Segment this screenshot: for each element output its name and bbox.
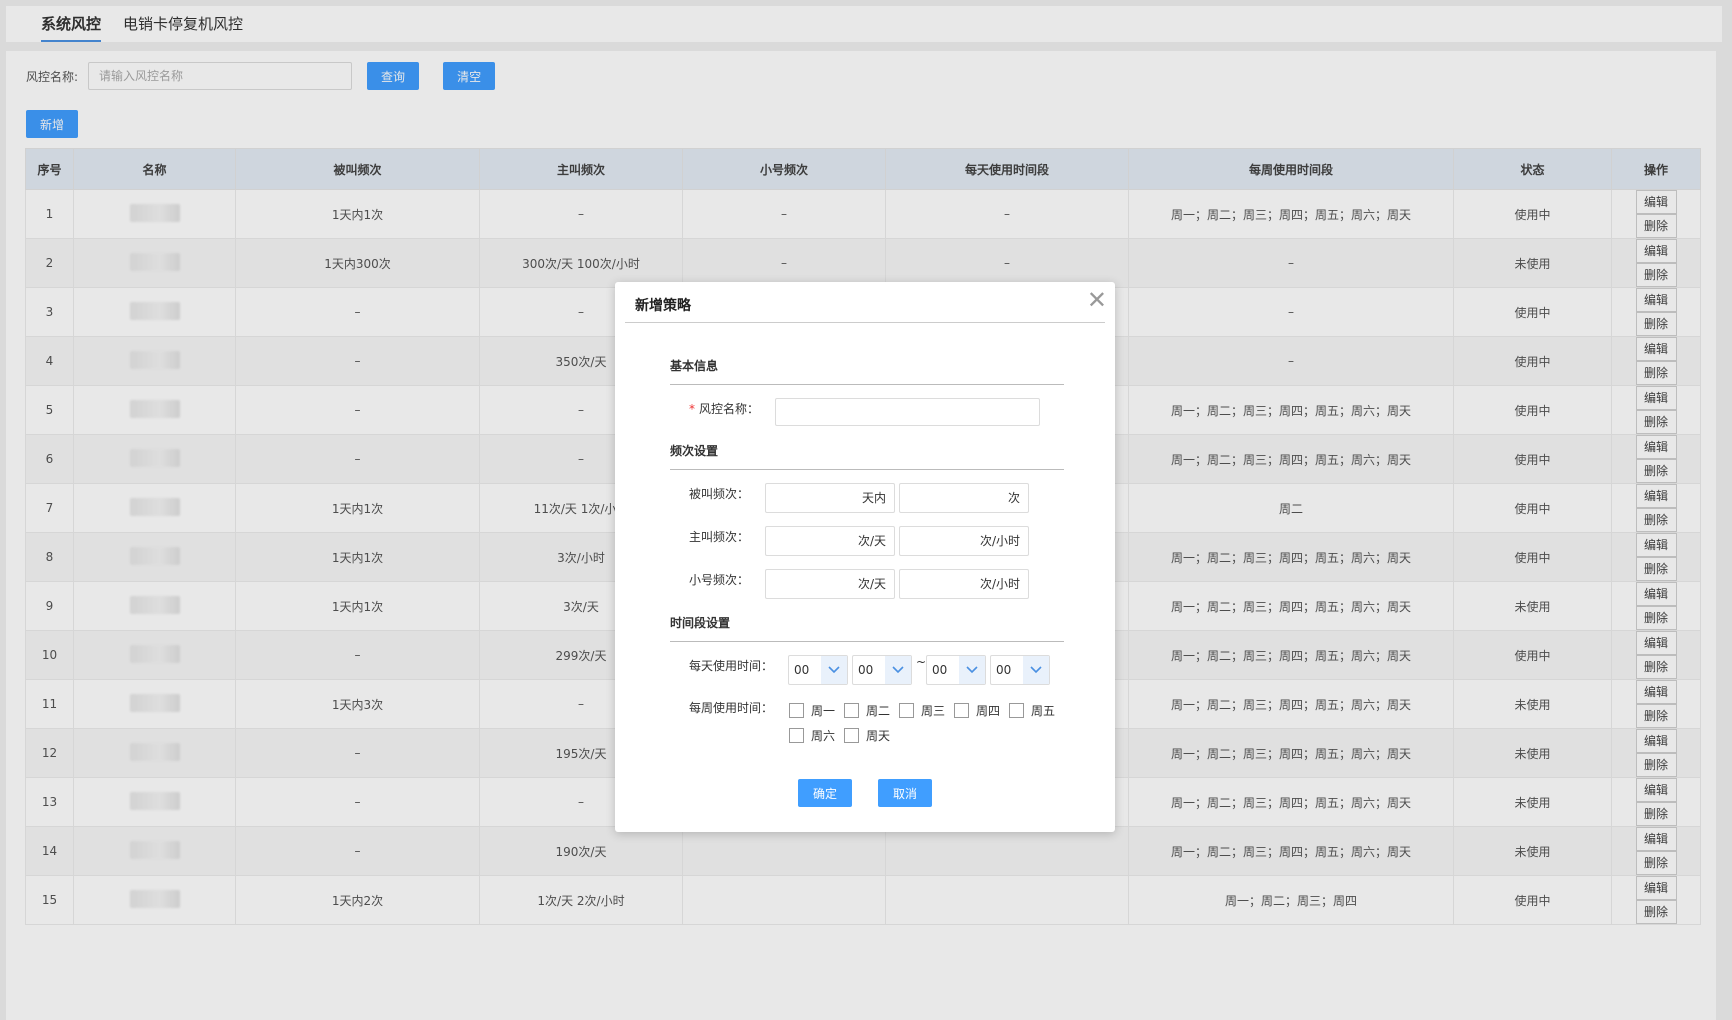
- called-days-input[interactable]: 天内: [765, 483, 895, 513]
- modal-divider: [625, 322, 1105, 323]
- chevron-down-icon: [959, 656, 985, 684]
- add-strategy-modal: 新增策略 ✕ 基本信息 * 风控名称： 频次设置 被叫频次： 天内 次 主叫频次：…: [615, 282, 1115, 832]
- required-mark: *: [689, 402, 695, 416]
- chevron-down-icon: [885, 656, 911, 684]
- confirm-button[interactable]: 确定: [798, 779, 852, 807]
- weekday-sun-checkbox[interactable]: 周天: [844, 727, 890, 744]
- chevron-down-icon: [1023, 656, 1049, 684]
- weekday-sun-label: 周天: [866, 729, 891, 743]
- small-per-day-input[interactable]: 次/天: [765, 569, 895, 599]
- checkbox-box: [844, 728, 859, 743]
- weekday-fri-label: 周五: [1031, 704, 1056, 718]
- weekday-sat-checkbox[interactable]: 周六: [789, 727, 835, 744]
- weekday-tue-label: 周二: [866, 704, 891, 718]
- risk-name-label-text: 风控名称：: [699, 402, 760, 416]
- weekday-mon-label: 周一: [811, 704, 836, 718]
- daily-start-hour-select[interactable]: 00: [788, 655, 848, 685]
- section-freq-divider: [670, 469, 1064, 470]
- daily-end-minute-value: 00: [996, 663, 1012, 677]
- chevron-down-icon: [821, 656, 847, 684]
- weekday-wed-checkbox[interactable]: 周三: [899, 702, 945, 719]
- cancel-button[interactable]: 取消: [878, 779, 932, 807]
- calling-per-hour-input[interactable]: 次/小时: [899, 526, 1029, 556]
- calling-per-day-input[interactable]: 次/天: [765, 526, 895, 556]
- checkbox-box: [789, 728, 804, 743]
- section-basic-title: 基本信息: [670, 359, 719, 373]
- small-per-hour-input[interactable]: 次/小时: [899, 569, 1029, 599]
- section-freq-title: 频次设置: [670, 444, 719, 458]
- risk-name-input[interactable]: [775, 398, 1040, 426]
- daily-start-minute-value: 00: [858, 663, 874, 677]
- weekly-time-label: 每周使用时间：: [689, 701, 774, 715]
- modal-title: 新增策略: [635, 298, 691, 314]
- section-basic-divider: [670, 384, 1064, 385]
- called-times-input[interactable]: 次: [899, 483, 1029, 513]
- time-range-tilde: ~: [916, 655, 927, 669]
- daily-start-minute-select[interactable]: 00: [852, 655, 912, 685]
- weekday-sat-label: 周六: [811, 729, 836, 743]
- daily-end-hour-select[interactable]: 00: [926, 655, 986, 685]
- calling-freq-label: 主叫频次：: [689, 530, 750, 544]
- weekday-mon-checkbox[interactable]: 周一: [789, 702, 835, 719]
- weekday-tue-checkbox[interactable]: 周二: [844, 702, 890, 719]
- section-time-divider: [670, 641, 1064, 642]
- small-freq-label: 小号频次：: [689, 573, 750, 587]
- daily-start-hour-value: 00: [794, 663, 810, 677]
- risk-name-label: * 风控名称：: [689, 400, 759, 417]
- called-freq-label: 被叫频次：: [689, 487, 750, 501]
- weekday-thu-label: 周四: [976, 704, 1001, 718]
- checkbox-box: [899, 703, 914, 718]
- daily-end-hour-value: 00: [932, 663, 948, 677]
- weekday-thu-checkbox[interactable]: 周四: [954, 702, 1000, 719]
- daily-end-minute-select[interactable]: 00: [990, 655, 1050, 685]
- weekday-fri-checkbox[interactable]: 周五: [1009, 702, 1055, 719]
- close-icon[interactable]: ✕: [1087, 288, 1107, 312]
- checkbox-box: [844, 703, 859, 718]
- section-time-title: 时间段设置: [670, 616, 731, 630]
- checkbox-box: [789, 703, 804, 718]
- daily-time-label: 每天使用时间：: [689, 659, 774, 673]
- checkbox-box: [1009, 703, 1024, 718]
- checkbox-box: [954, 703, 969, 718]
- weekday-wed-label: 周三: [921, 704, 946, 718]
